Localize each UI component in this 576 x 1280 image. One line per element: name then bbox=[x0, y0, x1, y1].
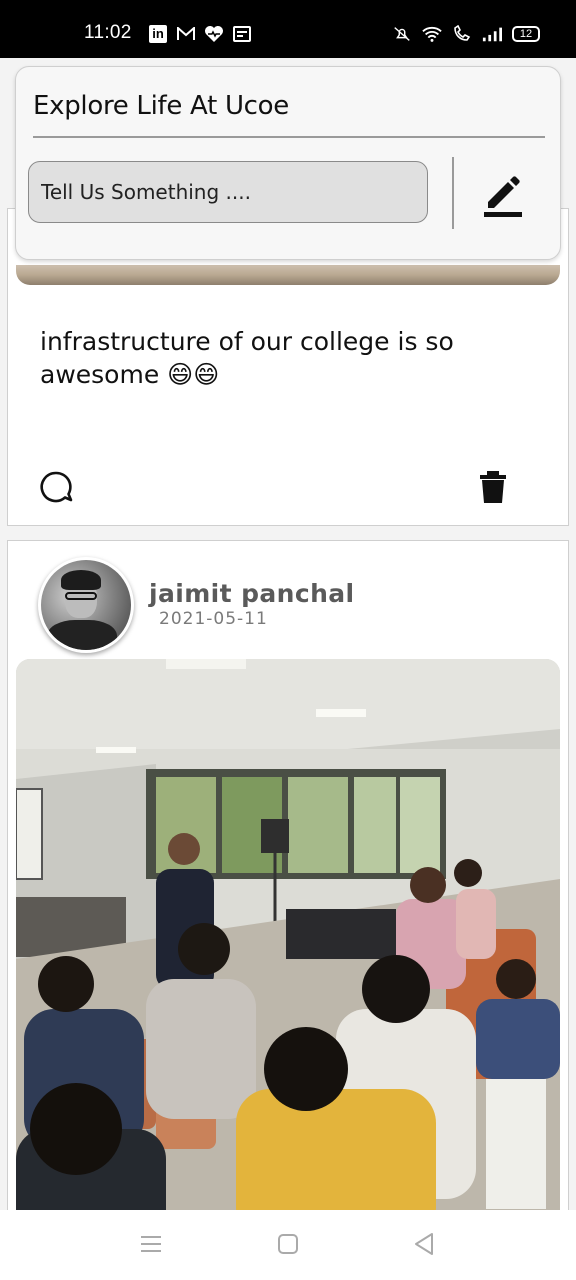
post-card: jaimit panchal 2021-05-11 bbox=[7, 540, 569, 1210]
post-text: infrastructure of our college is so awes… bbox=[40, 327, 454, 389]
feed-area[interactable]: Explore Life At Ucoe infrastructure of o… bbox=[0, 58, 576, 1210]
post-input[interactable] bbox=[28, 161, 428, 223]
news-icon bbox=[232, 24, 252, 44]
battery-level: 12 bbox=[519, 28, 533, 40]
delete-icon bbox=[480, 471, 506, 503]
home-button[interactable] bbox=[274, 1230, 304, 1260]
navigation-bar bbox=[0, 1210, 576, 1280]
edit-button[interactable] bbox=[478, 167, 528, 223]
header-divider bbox=[33, 136, 545, 138]
status-bar: 11:02 in 12 bbox=[0, 0, 576, 58]
back-button[interactable] bbox=[410, 1230, 440, 1260]
gmail-icon bbox=[176, 24, 196, 44]
signal-icon bbox=[482, 24, 502, 44]
system-icons: 12 bbox=[392, 24, 540, 44]
linkedin-icon: in bbox=[148, 24, 168, 44]
comment-icon bbox=[40, 471, 73, 503]
author-name[interactable]: jaimit panchal bbox=[149, 579, 355, 608]
health-icon bbox=[204, 24, 224, 44]
delete-button[interactable] bbox=[478, 469, 508, 505]
wifi-icon bbox=[422, 24, 442, 44]
post-image[interactable] bbox=[16, 659, 560, 1210]
back-icon bbox=[415, 1233, 433, 1255]
edit-icon bbox=[484, 176, 522, 217]
post-date: 2021-05-11 bbox=[159, 609, 268, 629]
page-title: Explore Life At Ucoe bbox=[33, 91, 289, 121]
avatar[interactable] bbox=[38, 557, 134, 653]
home-icon bbox=[278, 1234, 298, 1254]
notification-icons: in bbox=[148, 24, 252, 44]
avatar-photo bbox=[41, 560, 131, 650]
compose-header: Explore Life At Ucoe bbox=[15, 66, 561, 260]
classroom-photo bbox=[16, 659, 560, 1210]
battery-icon: 12 bbox=[512, 26, 540, 42]
post-image[interactable] bbox=[16, 265, 560, 285]
menu-icon bbox=[141, 1236, 161, 1252]
menu-button[interactable] bbox=[137, 1230, 167, 1260]
comment-button[interactable] bbox=[38, 469, 74, 505]
status-time: 11:02 bbox=[84, 22, 132, 43]
mute-icon bbox=[392, 24, 412, 44]
vertical-divider bbox=[452, 157, 454, 229]
wifi-call-icon bbox=[452, 24, 472, 44]
